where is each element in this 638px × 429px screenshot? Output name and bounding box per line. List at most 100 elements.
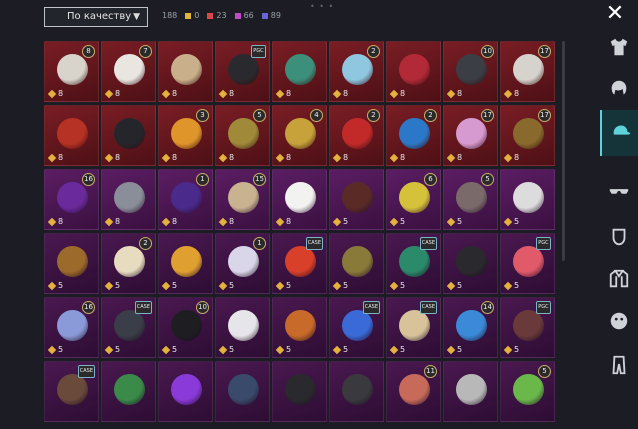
- item-image: [171, 310, 202, 341]
- item-cell[interactable]: 15: [215, 233, 270, 294]
- item-cell[interactable]: [329, 361, 384, 422]
- currency-icon: [332, 89, 342, 98]
- currency-icon: [104, 345, 114, 354]
- item-cell[interactable]: 8: [101, 169, 156, 230]
- item-image: [342, 246, 373, 277]
- close-icon[interactable]: ✕: [604, 3, 626, 25]
- currency-icon: [47, 281, 57, 290]
- item-image: [456, 310, 487, 341]
- item-cell[interactable]: [101, 361, 156, 422]
- item-price-value: 8: [286, 217, 292, 226]
- item-cell[interactable]: PGC 5: [500, 233, 555, 294]
- grid-scrollbar[interactable]: [562, 41, 565, 261]
- item-price-value: 5: [514, 217, 520, 226]
- item-cell[interactable]: 38: [158, 105, 213, 166]
- currency-icon: [503, 153, 513, 162]
- grid-row: 8 8 7 8 8 PGC 8 8 2 8 8 10 8 17 8: [44, 41, 555, 102]
- item-cell[interactable]: 15 8: [215, 169, 270, 230]
- item-cell[interactable]: CASE 5: [101, 297, 156, 358]
- item-image: [285, 246, 316, 277]
- item-cell[interactable]: 28: [329, 105, 384, 166]
- item-cell[interactable]: 17 8: [500, 41, 555, 102]
- item-cell[interactable]: 48: [272, 105, 327, 166]
- item-cell[interactable]: 10 5: [158, 297, 213, 358]
- sidebar-item-face-category[interactable]: [604, 308, 634, 338]
- item-cell[interactable]: 8: [158, 41, 213, 102]
- item-cell[interactable]: 5: [500, 361, 555, 422]
- item-cell[interactable]: PGC 5: [500, 297, 555, 358]
- item-cell[interactable]: 25: [101, 233, 156, 294]
- item-cell[interactable]: [158, 361, 213, 422]
- item-price: 8: [161, 217, 177, 226]
- item-cell[interactable]: 28: [329, 41, 384, 102]
- currency-icon: [275, 281, 285, 290]
- item-cell[interactable]: CASE 5: [272, 233, 327, 294]
- item-cell[interactable]: CASE 5: [329, 297, 384, 358]
- item-cell[interactable]: [443, 361, 498, 422]
- sidebar-item-outfit-category[interactable]: [604, 34, 634, 64]
- item-cell[interactable]: 8: [272, 41, 327, 102]
- item-badge: 1: [253, 237, 266, 250]
- item-image: [513, 374, 544, 405]
- item-image: [57, 54, 88, 85]
- item-cell[interactable]: [215, 361, 270, 422]
- item-cell[interactable]: 78: [101, 41, 156, 102]
- item-price: 5: [446, 345, 462, 354]
- item-cell[interactable]: CASE 5: [386, 233, 441, 294]
- item-cell[interactable]: 55: [443, 169, 498, 230]
- item-cell[interactable]: [272, 361, 327, 422]
- item-cell[interactable]: CASE: [44, 361, 99, 422]
- item-cell[interactable]: 16 5: [44, 297, 99, 358]
- rarity-swatch: [234, 12, 241, 19]
- item-cell[interactable]: 8: [101, 105, 156, 166]
- sidebar-item-mask-category[interactable]: [604, 224, 634, 254]
- item-cell[interactable]: 18: [158, 169, 213, 230]
- item-badge: 14: [481, 301, 494, 314]
- item-cell[interactable]: 5: [272, 297, 327, 358]
- item-cell[interactable]: 14 5: [443, 297, 498, 358]
- item-image: [171, 118, 202, 149]
- item-price-value: 8: [58, 153, 64, 162]
- item-cell[interactable]: 5: [443, 233, 498, 294]
- currency-icon: [47, 89, 57, 98]
- item-cell[interactable]: 17 8: [443, 105, 498, 166]
- currency-icon: [275, 153, 285, 162]
- item-cell[interactable]: 8: [386, 41, 441, 102]
- sidebar-item-jacket-category[interactable]: [604, 266, 634, 296]
- item-cell[interactable]: 5: [329, 169, 384, 230]
- item-price: 8: [275, 153, 291, 162]
- item-cell[interactable]: 88: [44, 41, 99, 102]
- item-cell[interactable]: 58: [215, 105, 270, 166]
- sidebar-item-eyewear-category[interactable]: [604, 178, 634, 208]
- sidebar-item-headwear-category[interactable]: [600, 110, 638, 156]
- item-cell[interactable]: PGC 8: [215, 41, 270, 102]
- item-cell[interactable]: 16 8: [44, 169, 99, 230]
- item-price-value: 5: [58, 281, 64, 290]
- item-price: 8: [218, 89, 234, 98]
- sidebar-item-pants-category[interactable]: [604, 352, 634, 382]
- item-cell[interactable]: 65: [386, 169, 441, 230]
- currency-icon: [275, 89, 285, 98]
- item-price-value: 8: [172, 153, 178, 162]
- item-badge: CASE: [134, 301, 152, 314]
- item-cell[interactable]: 5: [158, 233, 213, 294]
- item-cell[interactable]: 28: [386, 105, 441, 166]
- item-cell[interactable]: 17 8: [500, 105, 555, 166]
- sidebar-item-hair-category[interactable]: [604, 76, 634, 106]
- item-cell[interactable]: 8: [272, 169, 327, 230]
- item-cell[interactable]: 5: [215, 297, 270, 358]
- item-cell[interactable]: 8: [44, 105, 99, 166]
- eyewear-category-icon: [608, 180, 630, 206]
- item-badge: PGC: [536, 237, 551, 250]
- item-cell[interactable]: CASE 5: [386, 297, 441, 358]
- item-price: 5: [47, 281, 64, 290]
- item-cell[interactable]: 5: [500, 169, 555, 230]
- item-cell[interactable]: 5: [44, 233, 99, 294]
- item-cell[interactable]: 5: [329, 233, 384, 294]
- item-image: [228, 310, 259, 341]
- sort-dropdown[interactable]: По качеству ▼: [44, 7, 148, 27]
- item-price-value: 5: [400, 217, 406, 226]
- item-cell[interactable]: 11: [386, 361, 441, 422]
- item-cell[interactable]: 10 8: [443, 41, 498, 102]
- sort-label: По качеству: [67, 11, 132, 22]
